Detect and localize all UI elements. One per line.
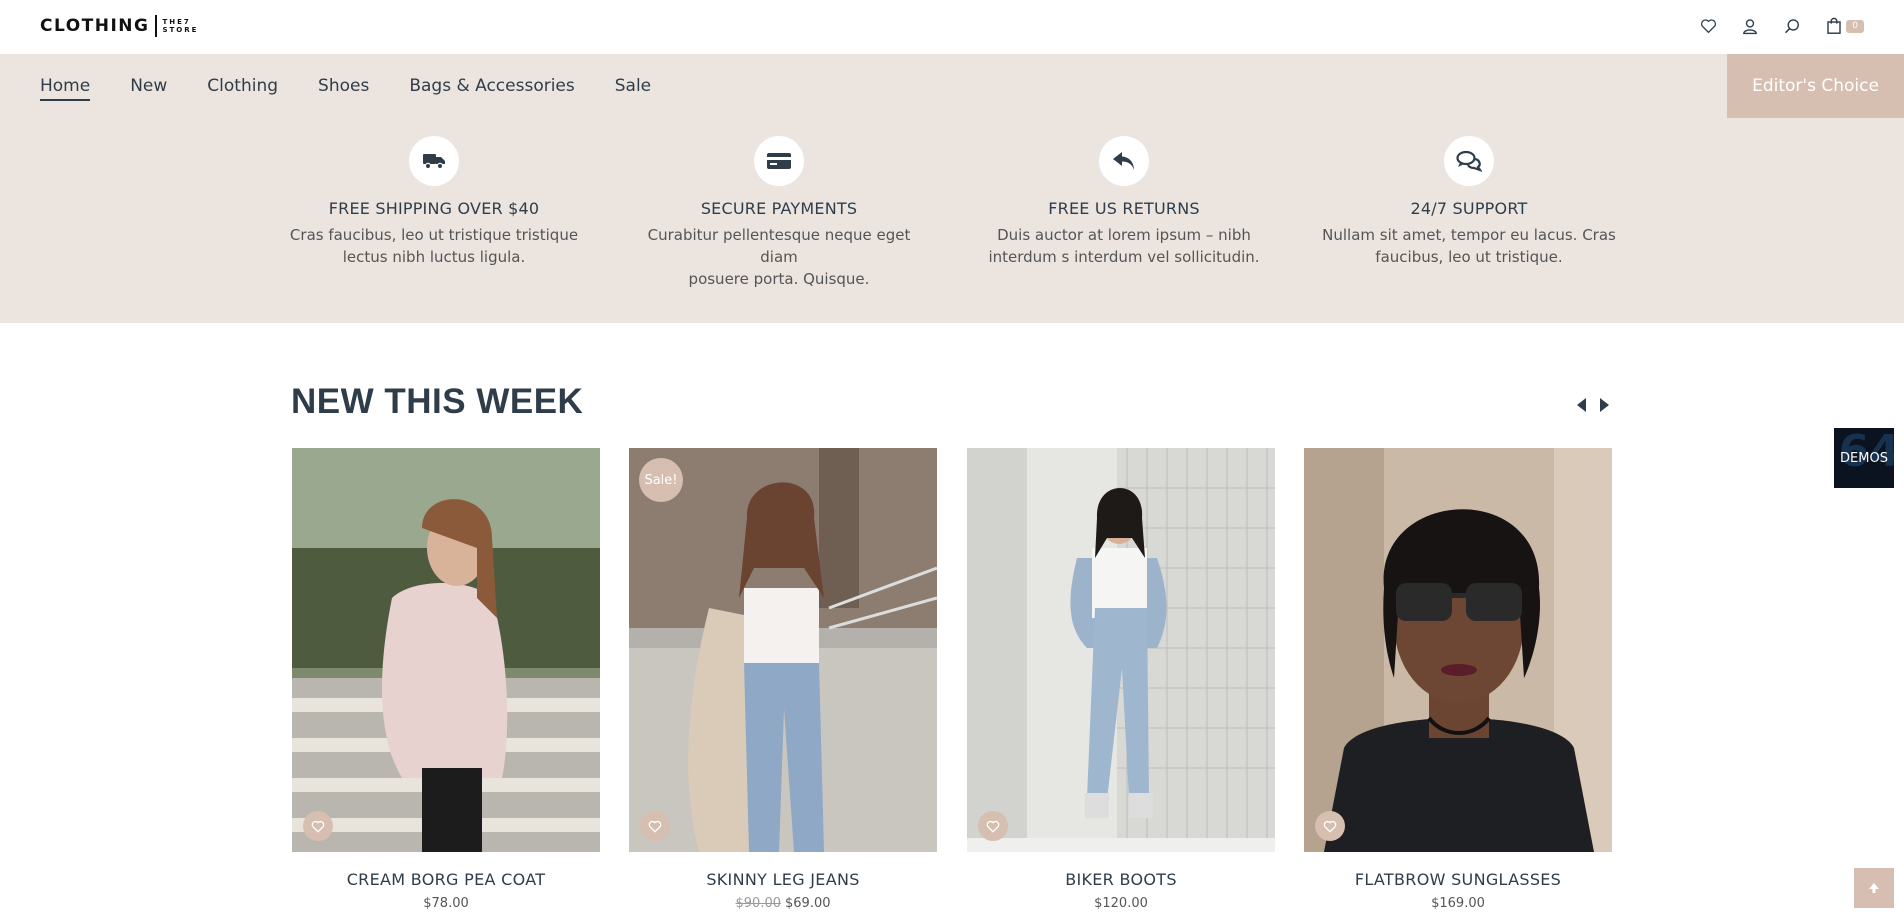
feature-text: Cras faucibus, leo ut tristique tristiqu… [284,224,584,268]
site-logo[interactable]: CLOTHING THE7 STORE [40,14,198,38]
feature-text-line: faucibus, leo ut tristique. [1375,248,1563,266]
product-image[interactable]: Sale! [629,448,937,852]
product-card: CREAM BORG PEA COAT $78.00 [292,448,600,911]
wishlist-heart-icon[interactable] [303,811,333,841]
back-to-top-button[interactable] [1854,868,1894,908]
main-nav: Home New Clothing Shoes Bags & Accessori… [0,54,1904,118]
feature-secure-payments: SECURE PAYMENTS Curabitur pellentesque n… [629,136,929,290]
product-image[interactable] [967,448,1275,852]
price-current: $169.00 [1431,896,1485,911]
feature-title: FREE SHIPPING OVER $40 [328,199,540,218]
header-icons: 0 [1698,14,1864,38]
search-icon[interactable] [1782,16,1802,36]
feature-text-line: interdum s interdum vel sollicitudin. [988,248,1260,266]
feature-text-line: Curabitur pellentesque neque eget diam [647,226,911,266]
truck-icon [409,136,459,186]
feature-text-line: Nullam sit amet, tempor eu lacus. Cras [1322,226,1616,244]
product-image[interactable] [292,448,600,852]
product-image[interactable] [1304,448,1612,852]
nav-item-clothing[interactable]: Clothing [207,71,278,101]
cart-count-badge: 0 [1846,19,1864,33]
product-price: $78.00 [292,896,600,911]
logo-sub-line-2: STORE [162,26,199,34]
feature-text-line: Cras faucibus, leo ut tristique tristiqu… [289,226,579,244]
feature-title: SECURE PAYMENTS [700,199,858,218]
product-card: FLATBROW SUNGLASSES $169.00 [1304,448,1612,911]
feature-title: FREE US RETURNS [1048,199,1200,218]
features-band: FREE SHIPPING OVER $40 Cras faucibus, le… [0,118,1904,323]
feature-text: Curabitur pellentesque neque eget diam p… [629,224,929,290]
logo-text: CLOTHING [40,16,150,36]
logo-sub-line-1: THE7 [162,18,191,26]
feature-text-line: Duis auctor at lorem ipsum – nibh [997,226,1251,244]
carousel-arrows [1576,397,1610,413]
logo-subtext: THE7 STORE [162,18,198,34]
nav-menu: Home New Clothing Shoes Bags & Accessori… [40,54,651,118]
feature-text-line: lectus nibh luctus ligula. [342,248,526,266]
product-price: $90.00 $69.00 [629,896,937,911]
demos-tab[interactable]: 64 DEMOS [1834,428,1894,488]
chat-icon [1444,136,1494,186]
product-name[interactable]: FLATBROW SUNGLASSES [1304,870,1612,889]
product-price: $169.00 [1304,896,1612,911]
product-price: $120.00 [967,896,1275,911]
editors-choice-button[interactable]: Editor's Choice [1727,54,1904,118]
shopping-bag-icon[interactable] [1824,16,1844,36]
feature-free-returns: FREE US RETURNS Duis auctor at lorem ips… [974,136,1274,268]
arrow-left-icon[interactable] [1576,397,1588,413]
product-card: Sale! SKINNY LEG JEANS $90.00 $69.00 [629,448,937,911]
arrow-up-icon [1868,879,1880,898]
wishlist-heart-icon[interactable] [1315,811,1345,841]
price-current: $69.00 [785,896,831,911]
logo-divider [155,15,158,37]
feature-title: 24/7 SUPPORT [1410,199,1528,218]
product-name[interactable]: CREAM BORG PEA COAT [292,870,600,889]
sale-badge: Sale! [639,458,683,502]
price-current: $78.00 [423,896,469,911]
section-title: NEW THIS WEEK [291,382,584,421]
reply-icon [1099,136,1149,186]
price-current: $120.00 [1094,896,1148,911]
user-icon[interactable] [1740,16,1760,36]
demos-label: DEMOS [1840,450,1888,466]
price-old: $90.00 [735,896,782,911]
feature-text-line: posuere porta. Quisque. [688,270,870,288]
nav-item-home[interactable]: Home [40,71,91,101]
arrow-right-icon[interactable] [1598,397,1610,413]
nav-item-bags-accessories[interactable]: Bags & Accessories [409,71,574,101]
product-name[interactable]: BIKER BOOTS [967,870,1275,889]
feature-free-shipping: FREE SHIPPING OVER $40 Cras faucibus, le… [284,136,584,268]
product-name[interactable]: SKINNY LEG JEANS [629,870,937,889]
nav-item-shoes[interactable]: Shoes [318,71,369,101]
feature-text: Nullam sit amet, tempor eu lacus. Cras f… [1319,224,1619,268]
cart[interactable]: 0 [1824,16,1864,36]
feature-text: Duis auctor at lorem ipsum – nibh interd… [974,224,1274,268]
top-header: CLOTHING THE7 STORE 0 [0,0,1904,54]
heart-icon[interactable] [1698,16,1718,36]
nav-item-sale[interactable]: Sale [615,71,651,101]
product-card: BIKER BOOTS $120.00 [967,448,1275,911]
feature-support: 24/7 SUPPORT Nullam sit amet, tempor eu … [1319,136,1619,268]
wishlist-heart-icon[interactable] [978,811,1008,841]
wishlist-heart-icon[interactable] [640,811,670,841]
nav-item-new[interactable]: New [130,71,167,101]
credit-card-icon [754,136,804,186]
